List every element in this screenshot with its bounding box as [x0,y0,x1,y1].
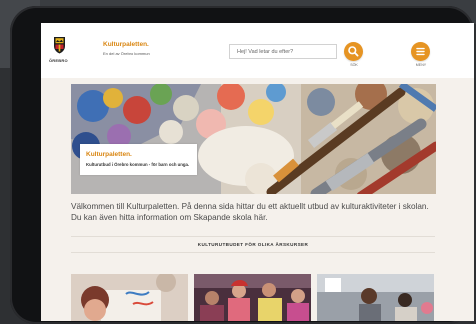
children-group-photo [194,274,311,321]
tablet-screen: ÖREBRO Kulturpaletten. En del av Örebro … [41,23,474,321]
section-divider-top [71,236,435,237]
hero-title: Kulturpaletten. [86,151,132,158]
classroom-photo [317,274,434,321]
municipality-label: ÖREBRO [49,58,68,63]
hero-subtitle: Kulturutbud i Örebro kommun - för barn o… [86,162,190,167]
search-button[interactable] [344,42,363,61]
intro-text: Välkommen till Kulturpaletten. På denna … [71,202,429,222]
brand-name[interactable]: Kulturpaletten. [103,41,149,48]
menu-button-label: MENY [415,63,427,67]
section-heading[interactable]: KULTURUTBUDET FÖR OLIKA ÅRSKURSER [71,242,435,247]
grade-card-3[interactable] [317,274,434,321]
menu-button[interactable] [411,42,430,61]
hero-banner: Kulturpaletten. Kulturutbud i Örebro kom… [71,84,436,194]
child-painting-photo [71,274,188,321]
paint-brushes-image [71,84,436,194]
grade-card-1[interactable] [71,274,188,321]
search-icon [348,46,359,57]
search-input[interactable] [229,44,337,59]
site-header: ÖREBRO Kulturpaletten. En del av Örebro … [41,23,474,78]
search-button-label: SÖK [350,63,358,67]
brand-subtitle: En del av Örebro kommun [103,51,150,56]
menu-icon [416,47,425,56]
orebro-crest-logo[interactable] [53,36,66,54]
tablet-frame: ÖREBRO Kulturpaletten. En del av Örebro … [10,6,474,324]
grade-card-2[interactable] [194,274,311,321]
section-divider-bottom [71,252,435,253]
hero-caption-card: Kulturpaletten. Kulturutbud i Örebro kom… [80,144,197,175]
